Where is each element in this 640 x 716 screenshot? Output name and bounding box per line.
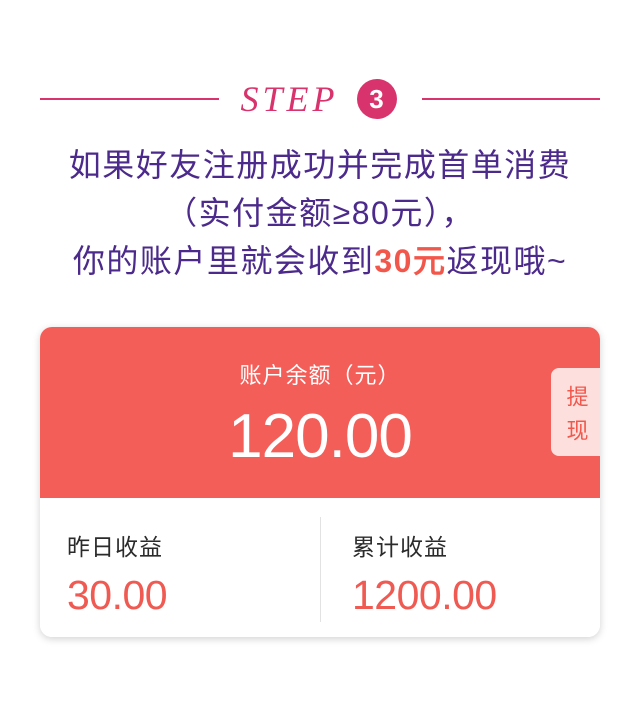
divider-line-left bbox=[40, 98, 219, 100]
yesterday-earnings-label: 昨日收益 bbox=[67, 534, 163, 560]
total-earnings: 累计收益 1200.00 bbox=[352, 498, 592, 637]
stats-divider bbox=[320, 517, 321, 622]
step-description: 如果好友注册成功并完成首单消费 （实付金额≥80元）， 你的账户里就会收到30元… bbox=[0, 141, 640, 285]
step-number: 3 bbox=[369, 84, 384, 114]
total-earnings-label: 累计收益 bbox=[352, 534, 448, 560]
earnings-summary: 昨日收益 30.00 累计收益 1200.00 bbox=[40, 498, 600, 637]
description-line-3-before: 你的账户里就会收到 bbox=[72, 243, 375, 279]
balance-amount: 120.00 bbox=[228, 402, 413, 471]
description-line-1: 如果好友注册成功并完成首单消费 bbox=[68, 147, 572, 183]
step-header: STEP 3 bbox=[40, 76, 601, 122]
yesterday-earnings: 昨日收益 30.00 bbox=[67, 498, 307, 637]
divider-line-right bbox=[421, 98, 601, 100]
cashback-amount-highlight: 30元 bbox=[374, 243, 447, 279]
description-line-3: 你的账户里就会收到30元返现哦~ bbox=[0, 237, 640, 285]
withdraw-button[interactable]: 提现 bbox=[551, 368, 600, 456]
description-line-3-after: 返现哦~ bbox=[446, 243, 568, 279]
balance-card: 账户余额（元） 120.00 提现 昨日收益 30.00 累计收益 1200.0… bbox=[40, 327, 600, 637]
balance-card-header: 账户余额（元） 120.00 提现 bbox=[40, 327, 600, 498]
total-earnings-value: 1200.00 bbox=[352, 572, 497, 618]
description-line-2: （实付金额≥80元）， bbox=[165, 195, 475, 231]
balance-title: 账户余额（元） bbox=[239, 363, 401, 388]
step-label: STEP bbox=[240, 79, 339, 119]
yesterday-earnings-value: 30.00 bbox=[67, 572, 168, 618]
step-number-badge: 3 bbox=[356, 79, 397, 119]
withdraw-label: 提现 bbox=[563, 385, 589, 453]
